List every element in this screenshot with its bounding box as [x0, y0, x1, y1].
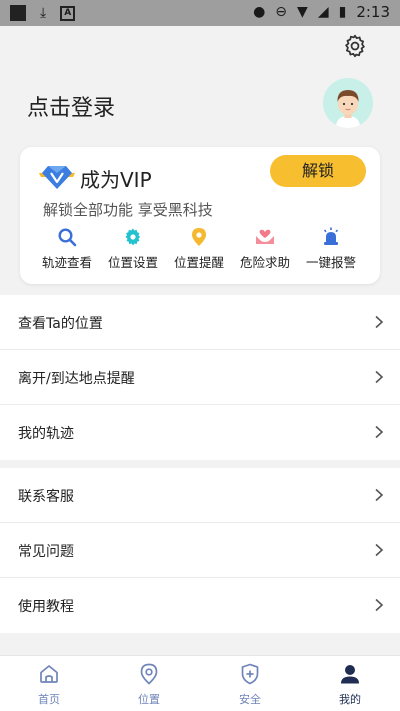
vip-diamond-icon	[39, 166, 75, 189]
menu-item-arrive-leave-reminder[interactable]: 离开/到达地点提醒	[0, 350, 400, 405]
tab-label: 首页	[38, 693, 60, 706]
help-hands-icon	[256, 229, 274, 244]
feature-label: 轨迹查看	[41, 255, 92, 270]
menu-item-faq[interactable]: 常见问题	[0, 523, 400, 578]
chevron-right-icon	[375, 315, 384, 329]
wifi-icon: ▼	[297, 4, 308, 20]
signal-icon: ◢	[317, 4, 329, 20]
search-icon	[58, 228, 77, 247]
menu-item-view-location[interactable]: 查看Ta的位置	[0, 295, 400, 350]
tab-label: 位置	[138, 693, 160, 706]
alarm-icon	[323, 227, 339, 245]
battery-icon: ▮	[338, 4, 347, 20]
chevron-right-icon	[375, 598, 384, 612]
login-link[interactable]: 点击登录	[27, 90, 115, 122]
download-icon: ⤓	[40, 5, 47, 21]
shield-icon	[241, 663, 259, 685]
menu-item-my-track[interactable]: 我的轨迹	[0, 405, 400, 460]
settings-gear-icon[interactable]	[342, 33, 368, 59]
tab-label: 我的	[339, 693, 361, 706]
feature-location-reminder[interactable]: 位置提醒	[166, 227, 232, 271]
menu-item-label: 使用教程	[18, 599, 74, 615]
chevron-right-icon	[375, 488, 384, 502]
feature-track-view[interactable]: 轨迹查看	[34, 227, 100, 271]
feature-danger-help[interactable]: 危险求助	[232, 227, 298, 271]
location-status-icon: ●	[253, 4, 266, 20]
tab-home[interactable]: 首页	[19, 662, 79, 707]
menu-group-support: 联系客服 常见问题 使用教程	[0, 468, 400, 633]
avatar-face-icon	[323, 78, 373, 128]
tab-location[interactable]: 位置	[119, 662, 179, 707]
menu-item-customer-service[interactable]: 联系客服	[0, 468, 400, 523]
menu-group-location: 查看Ta的位置 离开/到达地点提醒 我的轨迹	[0, 295, 400, 460]
menu-item-label: 离开/到达地点提醒	[18, 371, 135, 387]
vip-card: 成为VIP 解锁 解锁全部功能 享受黑科技 轨迹查看 位置设置 位置提醒 危险求…	[20, 147, 380, 284]
chevron-right-icon	[375, 425, 384, 439]
chevron-right-icon	[375, 370, 384, 384]
user-icon	[341, 665, 359, 684]
tab-safety[interactable]: 安全	[220, 662, 280, 707]
feature-label: 位置设置	[107, 255, 158, 270]
status-bar: ⤓ A ● ⊖ ▼ ◢ ▮ 2:13	[0, 0, 400, 26]
menu-item-tutorial[interactable]: 使用教程	[0, 578, 400, 633]
location-icon	[140, 663, 158, 685]
unlock-button[interactable]: 解锁	[270, 155, 366, 187]
feature-one-click-alarm[interactable]: 一键报警	[298, 227, 364, 271]
status-time: 2:13	[356, 3, 390, 21]
vip-title: 成为VIP	[80, 168, 152, 192]
home-icon	[40, 665, 58, 683]
tab-mine[interactable]: 我的	[320, 662, 380, 707]
menu-item-label: 联系客服	[18, 489, 74, 505]
notification-square-icon	[10, 5, 26, 21]
location-pin-icon	[192, 228, 206, 246]
feature-location-settings[interactable]: 位置设置	[100, 227, 166, 271]
menu-item-label: 查看Ta的位置	[18, 316, 103, 332]
avatar[interactable]	[323, 78, 373, 128]
feature-label: 位置提醒	[173, 255, 224, 270]
feature-label: 危险求助	[239, 255, 290, 270]
vip-subtitle: 解锁全部功能 享受黑科技	[43, 201, 213, 219]
bottom-tab-bar: 首页 位置 安全 我的	[0, 655, 400, 711]
menu-item-label: 常见问题	[18, 544, 74, 560]
gear-icon	[125, 228, 140, 246]
chevron-right-icon	[375, 543, 384, 557]
menu-item-label: 我的轨迹	[18, 426, 74, 442]
feature-label: 一键报警	[305, 255, 356, 270]
do-not-disturb-icon: ⊖	[275, 4, 288, 20]
app-notification-icon: A	[60, 5, 76, 21]
tab-label: 安全	[239, 693, 261, 706]
